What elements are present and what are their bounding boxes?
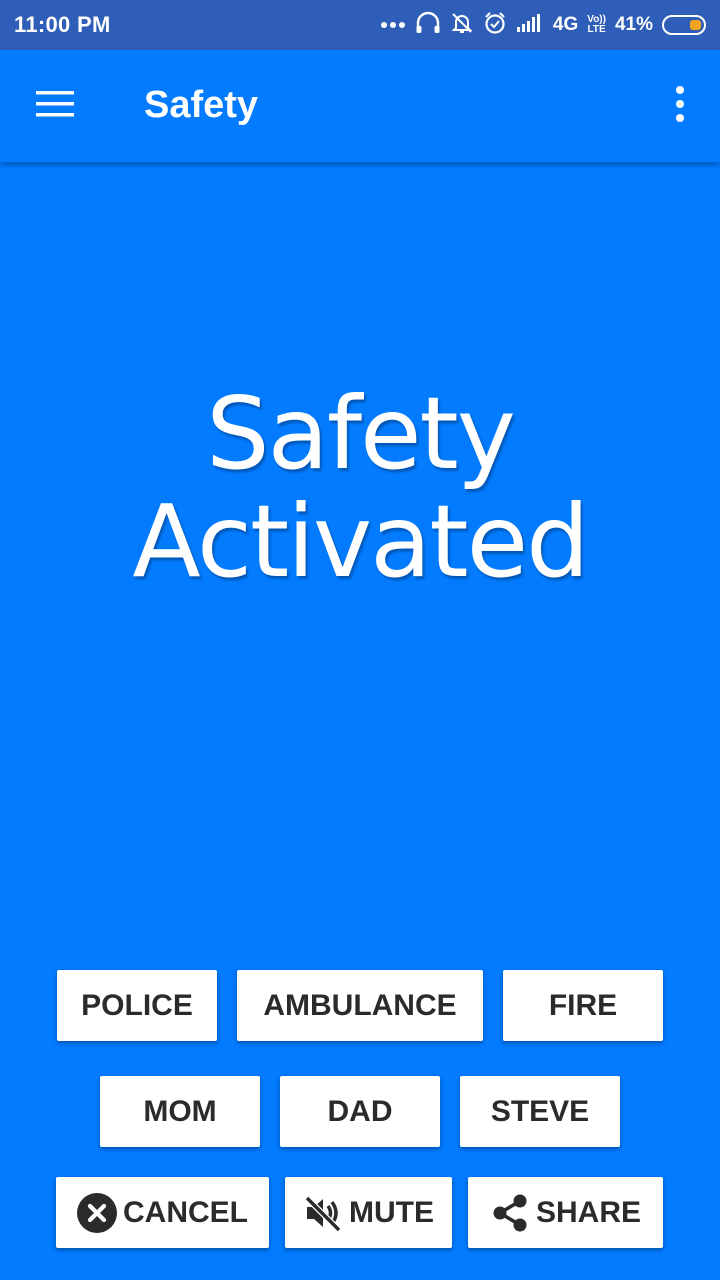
mute-label: MUTE <box>349 1195 434 1229</box>
share-label: SHARE <box>535 1195 641 1229</box>
battery-icon <box>662 15 706 35</box>
hero-line-1: Safety <box>206 375 516 492</box>
battery-percent: 41% <box>614 14 653 35</box>
steve-button[interactable]: STEVE <box>460 1076 620 1147</box>
network-type: 4G <box>552 14 579 35</box>
safety-status-message: Safety Activated <box>0 380 720 596</box>
dad-button[interactable]: DAD <box>280 1076 440 1147</box>
mute-button[interactable]: MUTE <box>285 1177 452 1248</box>
more-dots-icon <box>380 16 406 34</box>
battery-fill <box>690 20 701 30</box>
menu-icon <box>36 89 76 124</box>
cancel-label: CANCEL <box>123 1195 248 1229</box>
bell-off-icon <box>450 11 474 40</box>
menu-button[interactable] <box>28 80 84 132</box>
status-bar: 11:00 PM 4G Vo)) LTE 41% <box>0 0 720 50</box>
page-title: Safety <box>144 84 259 126</box>
mom-button[interactable]: MOM <box>100 1076 260 1147</box>
status-icons: 4G Vo)) LTE 41% <box>380 11 706 40</box>
police-button[interactable]: POLICE <box>57 970 217 1041</box>
ambulance-button[interactable]: AMBULANCE <box>237 970 483 1041</box>
volte-bottom: LTE <box>587 24 606 35</box>
volte-indicator: Vo)) LTE <box>587 15 606 35</box>
app-bar: Safety <box>0 50 720 162</box>
overflow-menu-button[interactable] <box>662 80 698 132</box>
status-time: 11:00 PM <box>14 12 111 37</box>
signal-icon <box>516 13 544 38</box>
cancel-button[interactable]: CANCEL <box>56 1177 269 1248</box>
volume-off-icon <box>303 1193 343 1233</box>
alarm-icon <box>483 11 507 40</box>
overflow-menu-icon <box>675 85 685 127</box>
headset-icon <box>415 11 441 40</box>
cancel-icon <box>77 1192 117 1233</box>
hero-line-2: Activated <box>132 483 589 600</box>
share-icon <box>490 1193 530 1233</box>
share-button[interactable]: SHARE <box>468 1177 663 1248</box>
fire-button[interactable]: FIRE <box>503 970 663 1041</box>
